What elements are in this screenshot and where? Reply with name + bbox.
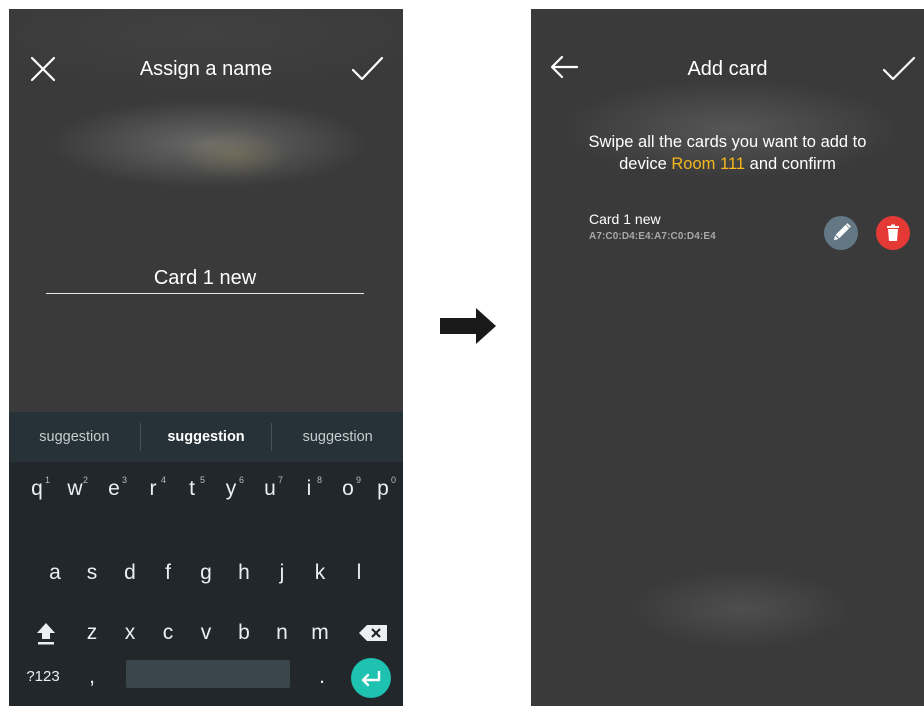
key-t[interactable]: t5 xyxy=(175,464,209,514)
confirm-button[interactable] xyxy=(881,51,917,87)
key-z[interactable]: z xyxy=(75,608,109,658)
key-e[interactable]: e3 xyxy=(97,464,131,514)
key-label: y xyxy=(225,477,237,500)
name-field[interactable] xyxy=(46,263,364,294)
key-label: q xyxy=(31,477,43,500)
page-title: Add card xyxy=(687,58,768,80)
key-m[interactable]: m xyxy=(303,608,337,658)
key-a[interactable]: a xyxy=(38,548,72,598)
key-label: e xyxy=(108,477,120,500)
key-label: w xyxy=(67,477,83,500)
enter-icon xyxy=(361,671,381,687)
key-r[interactable]: r4 xyxy=(136,464,170,514)
trash-icon xyxy=(887,224,899,241)
key-u[interactable]: u7 xyxy=(253,464,287,514)
instructions-prefix: device xyxy=(619,155,672,173)
comma-key[interactable]: , xyxy=(75,652,109,702)
instructions-suffix: and confirm xyxy=(745,155,836,173)
key-hint: 9 xyxy=(355,475,361,485)
key-q[interactable]: q1 xyxy=(20,464,54,514)
suggestion-middle[interactable]: suggestion xyxy=(141,412,272,462)
key-v[interactable]: v xyxy=(189,608,223,658)
shift-key[interactable] xyxy=(29,608,63,658)
assign-name-screen: Assign a name suggestion suggestion sugg… xyxy=(9,9,403,706)
key-x[interactable]: x xyxy=(113,608,147,658)
key-y[interactable]: y6 xyxy=(214,464,248,514)
key-hint: 7 xyxy=(277,475,283,485)
backspace-icon xyxy=(359,625,387,641)
key-hint: 8 xyxy=(316,475,322,485)
check-icon xyxy=(882,56,916,81)
key-label: i xyxy=(306,477,312,500)
background-glow xyxy=(49,99,369,189)
key-i[interactable]: i8 xyxy=(292,464,326,514)
edit-card-button[interactable] xyxy=(824,216,858,250)
key-g[interactable]: g xyxy=(189,548,223,598)
symbols-key[interactable]: ?123 xyxy=(23,652,63,702)
arrow-right-icon xyxy=(440,308,496,344)
key-label: t xyxy=(189,477,195,500)
card-name: Card 1 new xyxy=(589,211,661,227)
enter-key[interactable] xyxy=(351,658,391,698)
key-label: r xyxy=(149,477,157,500)
keyboard: q1 w2 e3 r4 t5 y6 u7 i8 o9 p0 a s d f g … xyxy=(9,462,403,706)
pencil-icon xyxy=(833,223,851,241)
page-title: Assign a name xyxy=(139,58,273,80)
instructions-line-2: device Room 111 and confirm xyxy=(541,153,914,175)
key-j[interactable]: j xyxy=(265,548,299,598)
background-glow xyxy=(179,129,289,179)
add-card-screen: Add card Swipe all the cards you want to… xyxy=(531,9,924,706)
key-o[interactable]: o9 xyxy=(331,464,365,514)
key-f[interactable]: f xyxy=(151,548,185,598)
card-id: A7:C0:D4:E4:A7:C0:D4:E4 xyxy=(589,231,716,242)
suggestion-right[interactable]: suggestion xyxy=(272,412,403,462)
key-hint: 4 xyxy=(160,475,166,485)
key-h[interactable]: h xyxy=(227,548,261,598)
suggestion-strip: suggestion suggestion suggestion xyxy=(9,412,403,462)
shift-icon xyxy=(37,623,55,645)
device-name: Room 111 xyxy=(671,155,746,173)
key-p[interactable]: p0 xyxy=(366,464,400,514)
key-label: p xyxy=(377,477,389,500)
instructions-line-1: Swipe all the cards you want to add to xyxy=(588,133,867,151)
key-hint: 0 xyxy=(390,475,396,485)
key-d[interactable]: d xyxy=(113,548,147,598)
check-icon xyxy=(351,56,384,81)
key-hint: 6 xyxy=(238,475,244,485)
key-s[interactable]: s xyxy=(75,548,109,598)
key-label: u xyxy=(264,477,276,500)
key-k[interactable]: k xyxy=(303,548,337,598)
instructions-text: Swipe all the cards you want to add to d… xyxy=(541,131,914,175)
key-l[interactable]: l xyxy=(342,548,376,598)
spacebar[interactable] xyxy=(126,660,290,688)
key-hint: 3 xyxy=(121,475,127,485)
key-c[interactable]: c xyxy=(151,608,185,658)
confirm-button[interactable] xyxy=(349,51,385,87)
key-hint: 2 xyxy=(82,475,88,485)
period-key[interactable]: . xyxy=(305,652,339,702)
key-label: o xyxy=(342,477,354,500)
delete-card-button[interactable] xyxy=(876,216,910,250)
card-list-item: Card 1 new A7:C0:D4:E4:A7:C0:D4:E4 xyxy=(531,209,924,259)
backspace-key[interactable] xyxy=(353,608,393,658)
key-hint: 1 xyxy=(44,475,50,485)
key-w[interactable]: w2 xyxy=(58,464,92,514)
background-glow xyxy=(631,569,851,649)
key-n[interactable]: n xyxy=(265,608,299,658)
key-b[interactable]: b xyxy=(227,608,261,658)
key-hint: 5 xyxy=(199,475,205,485)
suggestion-left[interactable]: suggestion xyxy=(9,412,140,462)
